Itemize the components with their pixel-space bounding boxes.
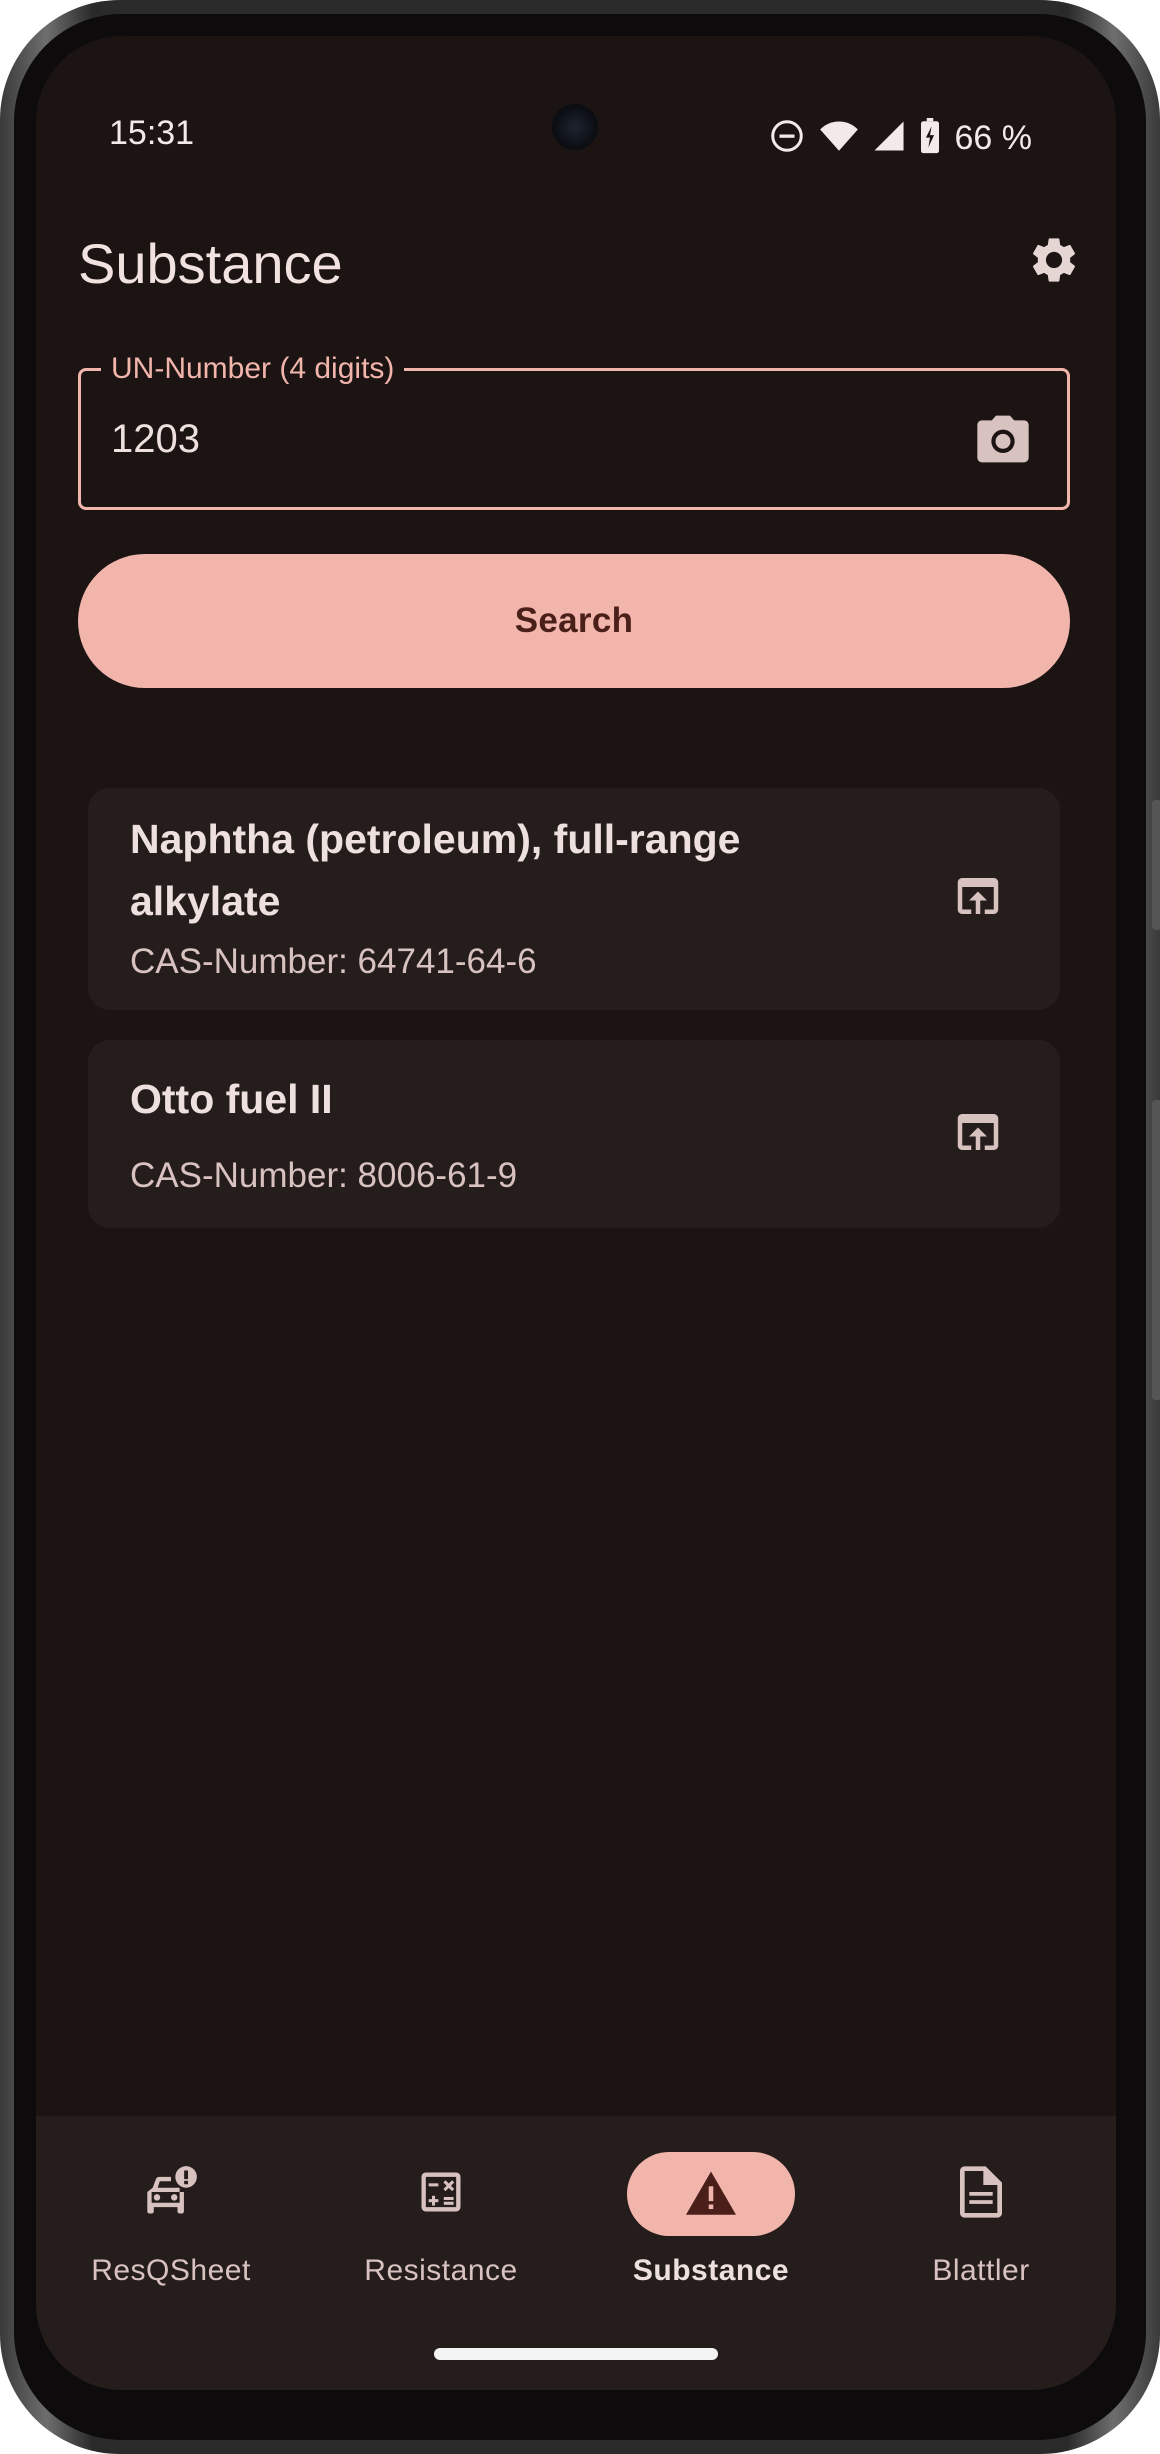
cas-number: CAS-Number: 64741-64-6 xyxy=(130,942,537,981)
camera-icon xyxy=(975,413,1031,470)
substance-name: Otto fuel II xyxy=(130,1076,333,1122)
page-title: Substance xyxy=(78,232,343,295)
nav-label: Resistance xyxy=(364,2254,518,2287)
wifi-icon xyxy=(819,118,859,159)
un-number-field[interactable]: UN-Number (4 digits) xyxy=(78,351,1070,510)
nav-icon-container xyxy=(87,2152,255,2236)
cas-number: CAS-Number: 8006-61-9 xyxy=(130,1156,518,1195)
nav-item-resqsheet[interactable]: ResQSheet xyxy=(36,2116,306,2316)
nav-label: ResQSheet xyxy=(91,2254,251,2287)
result-card[interactable]: Otto fuel II CAS-Number: 8006-61-9 xyxy=(88,1040,1060,1228)
gear-icon xyxy=(1027,233,1081,292)
car-alert-icon xyxy=(143,2165,199,2223)
status-time: 15:31 xyxy=(109,114,195,152)
settings-button[interactable] xyxy=(1024,232,1084,292)
volume-button xyxy=(1152,800,1160,930)
nav-icon-container xyxy=(357,2152,525,2236)
battery-percent: 66 % xyxy=(954,119,1033,157)
calculator-icon xyxy=(415,2166,467,2223)
nav-label: Blattler xyxy=(932,2254,1030,2287)
document-icon xyxy=(957,2164,1005,2225)
status-icons: 66 % xyxy=(769,117,1033,159)
phone-frame: 15:31 66 % Substance UN-Number (4 digits… xyxy=(0,0,1160,2454)
open-detail-button[interactable] xyxy=(948,868,1008,928)
open-in-browser-icon xyxy=(951,1105,1005,1164)
nav-item-resistance[interactable]: Resistance xyxy=(306,2116,576,2316)
nav-icon-container-active xyxy=(627,2152,795,2236)
nav-item-substance[interactable]: Substance xyxy=(576,2116,846,2316)
front-camera xyxy=(552,104,598,150)
un-number-input[interactable] xyxy=(111,411,931,467)
cell-signal-icon xyxy=(873,119,905,158)
substance-name: Naphtha (petroleum), full-range alkylate xyxy=(130,816,741,924)
status-bar: 15:31 66 % xyxy=(36,36,1116,166)
open-detail-button[interactable] xyxy=(948,1104,1008,1164)
app-screen: 15:31 66 % Substance UN-Number (4 digits… xyxy=(36,36,1116,2390)
nav-label: Substance xyxy=(632,2254,790,2287)
warning-triangle-icon xyxy=(683,2167,739,2222)
open-in-browser-icon xyxy=(951,869,1005,928)
search-button[interactable]: Search xyxy=(78,554,1070,688)
battery-charging-icon xyxy=(919,117,941,159)
nav-icon-container xyxy=(897,2152,1065,2236)
power-button xyxy=(1152,1100,1160,1400)
scan-camera-button[interactable] xyxy=(973,413,1033,469)
result-card[interactable]: Naphtha (petroleum), full-range alkylate… xyxy=(88,788,1060,1010)
home-indicator[interactable] xyxy=(434,2348,718,2360)
nav-item-blattler[interactable]: Blattler xyxy=(846,2116,1116,2316)
do-not-disturb-icon xyxy=(769,118,805,159)
un-number-label: UN-Number (4 digits) xyxy=(101,351,405,387)
